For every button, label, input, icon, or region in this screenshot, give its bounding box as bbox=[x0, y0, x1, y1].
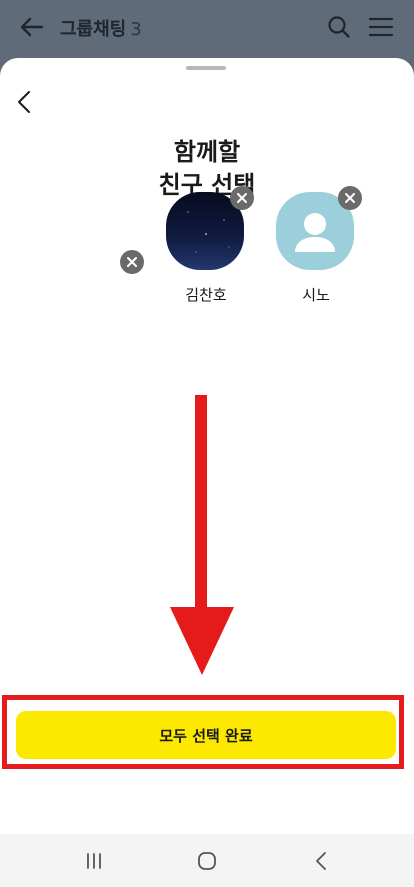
close-icon bbox=[237, 193, 247, 203]
search-icon[interactable] bbox=[326, 14, 352, 40]
remove-friend-button[interactable] bbox=[120, 250, 144, 274]
hamburger-menu-icon[interactable] bbox=[368, 14, 394, 40]
page-title-line1: 함께할 bbox=[173, 138, 241, 166]
close-icon bbox=[127, 257, 137, 267]
remove-friend-button[interactable] bbox=[230, 186, 254, 210]
select-all-complete-button[interactable]: 모두 선택 완료 bbox=[16, 711, 396, 759]
back-arrow-icon[interactable] bbox=[18, 13, 46, 41]
chat-title: 그룹채팅 3 bbox=[60, 15, 142, 41]
friend-name: 시노 bbox=[302, 286, 330, 304]
selected-friends-list: 김찬호 시노 bbox=[0, 186, 414, 308]
app-bar: 그룹채팅 3 bbox=[0, 0, 414, 56]
recent-apps-icon[interactable] bbox=[80, 848, 108, 874]
system-back-icon[interactable] bbox=[308, 848, 336, 874]
home-icon[interactable] bbox=[193, 848, 221, 874]
member-count: 3 bbox=[130, 19, 142, 40]
red-down-arrow-annotation bbox=[170, 395, 234, 675]
sheet-drag-handle[interactable] bbox=[186, 66, 226, 70]
remove-friend-button[interactable] bbox=[338, 186, 362, 210]
chevron-left-icon[interactable] bbox=[12, 88, 38, 116]
close-icon bbox=[345, 193, 355, 203]
system-navigation-bar bbox=[0, 834, 414, 887]
friend-name: 김찬호 bbox=[185, 286, 227, 304]
selected-friend-partial bbox=[0, 188, 146, 278]
chat-title-text: 그룹채팅 bbox=[60, 19, 127, 40]
